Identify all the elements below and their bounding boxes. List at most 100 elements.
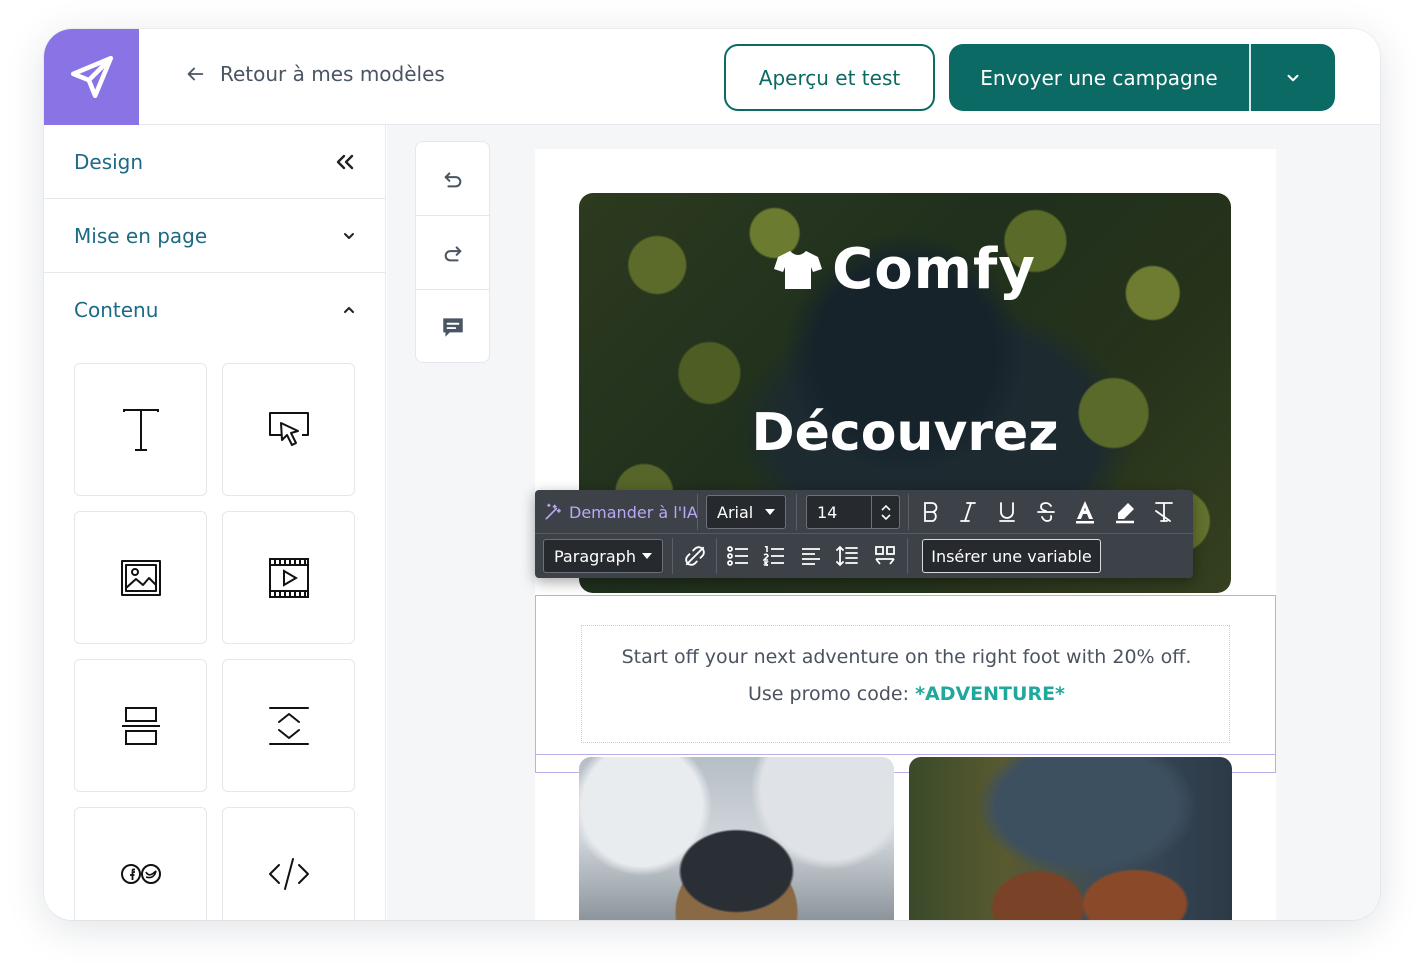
toolbar-row-1: Demander à l'IA Arial 14 bbox=[535, 490, 1193, 534]
divider-icon bbox=[121, 706, 160, 745]
unlink-button[interactable] bbox=[681, 542, 709, 570]
collapse-sidebar-icon[interactable] bbox=[333, 152, 357, 172]
italic-icon bbox=[960, 502, 976, 522]
ask-ai-button[interactable]: Demander à l'IA bbox=[543, 490, 698, 534]
undo-button[interactable] bbox=[416, 142, 489, 216]
brand-logo: Comfy bbox=[579, 237, 1231, 302]
sidebar-section-layout[interactable]: Mise en page bbox=[44, 199, 385, 273]
chevron-up-icon bbox=[344, 307, 354, 313]
block-text[interactable] bbox=[74, 363, 207, 496]
font-family-select[interactable]: Arial bbox=[706, 495, 786, 529]
align-button[interactable] bbox=[797, 542, 825, 570]
button-icon bbox=[268, 411, 309, 446]
history-toolbar bbox=[415, 141, 490, 363]
line-height-icon bbox=[836, 546, 858, 566]
promo-code: *ADVENTURE* bbox=[915, 683, 1065, 705]
toolbar-row-2: Paragraph Insérer une variable bbox=[535, 534, 1193, 578]
block-social[interactable] bbox=[74, 807, 207, 920]
insert-variable-button[interactable]: Insérer une variable bbox=[922, 539, 1101, 573]
back-label: Retour à mes modèles bbox=[220, 62, 445, 86]
underline-button[interactable] bbox=[993, 498, 1021, 526]
bullet-list-button[interactable] bbox=[724, 542, 752, 570]
font-size-value: 14 bbox=[817, 502, 838, 522]
bold-icon bbox=[924, 502, 938, 522]
promo-prefix: Use promo code: bbox=[748, 683, 916, 705]
special-chars-button[interactable] bbox=[871, 542, 899, 570]
spacer-icon bbox=[268, 706, 309, 745]
strikethrough-button[interactable] bbox=[1032, 498, 1060, 526]
tshirt-icon bbox=[774, 250, 823, 289]
underline-icon bbox=[999, 502, 1015, 522]
paragraph-style-value: Paragraph bbox=[554, 546, 636, 566]
block-html[interactable] bbox=[222, 807, 355, 920]
highlight-button[interactable] bbox=[1111, 498, 1139, 526]
sidebar-section-content[interactable]: Contenu bbox=[44, 273, 385, 347]
paper-plane-icon bbox=[70, 55, 113, 99]
separator bbox=[697, 494, 698, 530]
editor-window: Retour à mes modèles Aperçu et test Envo… bbox=[44, 29, 1380, 920]
paragraph-style-select[interactable]: Paragraph bbox=[543, 539, 663, 573]
italic-button[interactable] bbox=[954, 498, 982, 526]
text-color-button[interactable] bbox=[1071, 498, 1099, 526]
numbered-list-icon bbox=[763, 546, 784, 566]
video-icon bbox=[268, 557, 309, 598]
social-icon bbox=[120, 863, 161, 884]
app-logo[interactable] bbox=[44, 29, 139, 125]
text-format-toolbar: Demander à l'IA Arial 14 Paragraph Insér… bbox=[535, 490, 1193, 578]
line-height-button[interactable] bbox=[833, 542, 861, 570]
promo-text-block[interactable]: Start off your next adventure on the rig… bbox=[581, 625, 1230, 743]
separator bbox=[672, 538, 673, 574]
arrow-left-icon bbox=[187, 67, 204, 81]
boots-photo[interactable] bbox=[909, 757, 1232, 920]
chevron-up-icon bbox=[880, 504, 891, 511]
block-video[interactable] bbox=[222, 511, 355, 644]
chevron-down-icon bbox=[344, 232, 354, 239]
special-chars-icon bbox=[875, 546, 895, 565]
separator bbox=[716, 538, 717, 574]
hero-headline[interactable]: Découvrez bbox=[579, 403, 1231, 463]
block-divider[interactable] bbox=[74, 659, 207, 792]
redo-button[interactable] bbox=[416, 216, 489, 290]
chevron-down-icon bbox=[880, 513, 891, 520]
back-to-templates-link[interactable]: Retour à mes modèles bbox=[184, 62, 445, 86]
bullet-list-icon bbox=[727, 546, 748, 566]
hiker-photo[interactable] bbox=[579, 757, 894, 920]
numbered-list-button[interactable] bbox=[760, 542, 788, 570]
section-label: Mise en page bbox=[74, 223, 208, 248]
send-options-dropdown[interactable] bbox=[1251, 44, 1335, 111]
undo-icon bbox=[444, 171, 461, 187]
sidebar-section-design[interactable]: Design bbox=[44, 125, 385, 199]
comments-button[interactable] bbox=[416, 290, 489, 364]
preview-test-button[interactable]: Aperçu et test bbox=[724, 44, 935, 111]
bold-button[interactable] bbox=[917, 498, 945, 526]
html-icon bbox=[268, 857, 309, 890]
body-line-2: Use promo code: *ADVENTURE* bbox=[582, 683, 1231, 705]
block-spacer[interactable] bbox=[222, 659, 355, 792]
caret-down-icon bbox=[642, 553, 652, 559]
section-label: Contenu bbox=[74, 298, 159, 322]
send-campaign-button[interactable]: Envoyer une campagne bbox=[949, 44, 1251, 111]
font-size-stepper[interactable]: 14 bbox=[806, 495, 900, 529]
caret-down-icon bbox=[765, 509, 775, 515]
text-icon bbox=[122, 408, 159, 451]
comment-icon bbox=[442, 318, 463, 337]
section-label: Design bbox=[74, 149, 144, 174]
brand-name: Comfy bbox=[832, 237, 1036, 302]
ask-ai-label: Demander à l'IA bbox=[569, 502, 698, 522]
image-icon bbox=[120, 559, 161, 596]
separator bbox=[796, 494, 797, 530]
block-button[interactable] bbox=[222, 363, 355, 496]
selection-guide bbox=[535, 754, 1276, 755]
top-bar: Retour à mes modèles Aperçu et test Envo… bbox=[44, 29, 1380, 125]
align-left-icon bbox=[802, 548, 820, 565]
block-image[interactable] bbox=[74, 511, 207, 644]
body-line-1: Start off your next adventure on the rig… bbox=[621, 646, 1192, 668]
clear-format-icon bbox=[1155, 502, 1173, 522]
font-family-value: Arial bbox=[717, 502, 754, 522]
stepper-arrows[interactable] bbox=[871, 496, 899, 528]
clear-format-button[interactable] bbox=[1150, 498, 1178, 526]
magic-wand-icon bbox=[545, 503, 561, 520]
separator bbox=[907, 538, 908, 574]
left-sidebar: Design Mise en page Contenu bbox=[44, 125, 386, 920]
chevron-down-icon bbox=[1287, 74, 1299, 81]
